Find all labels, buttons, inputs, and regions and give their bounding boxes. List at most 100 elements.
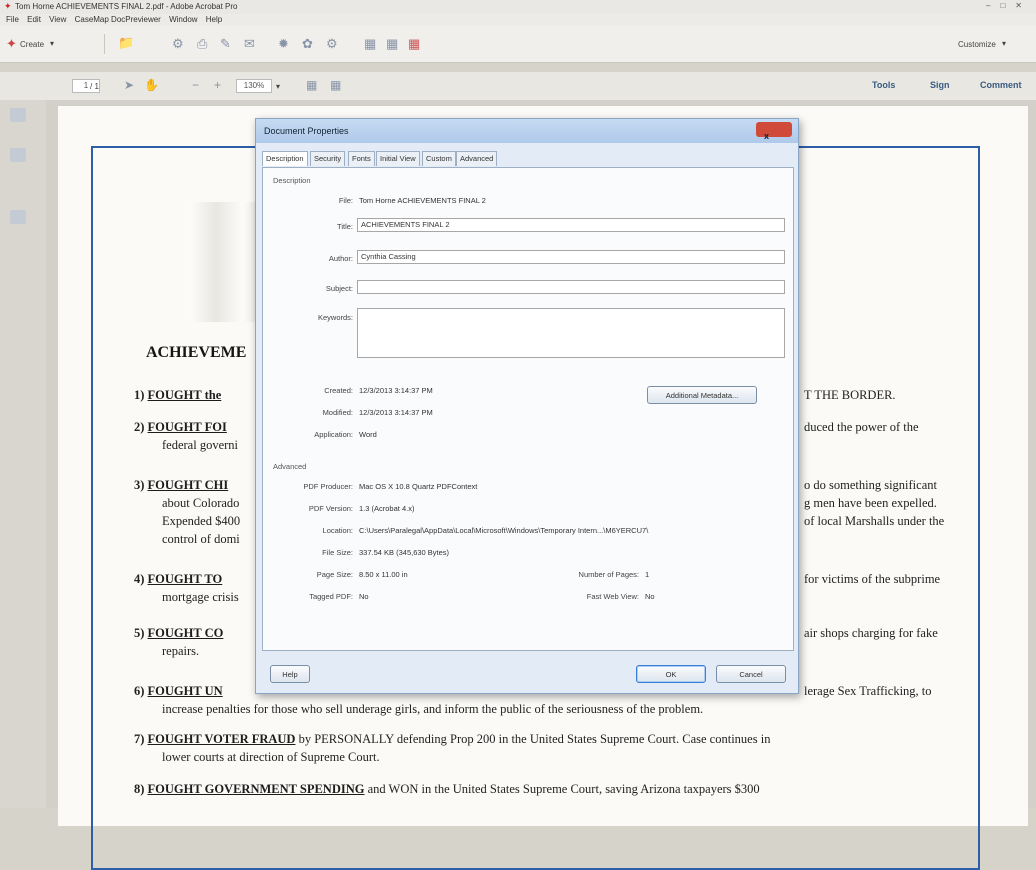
comment-link[interactable]: Comment xyxy=(980,80,1022,90)
sign-link[interactable]: Sign xyxy=(930,80,950,90)
export-icon[interactable]: ▦ xyxy=(386,37,398,50)
folder-icon[interactable]: 📁 xyxy=(118,36,134,49)
pdf-version-label: PDF Version: xyxy=(308,504,353,513)
document-heading: ACHIEVEME xyxy=(146,344,247,361)
window-controls[interactable]: –□✕ xyxy=(986,1,1032,10)
print-icon[interactable]: ⎙ xyxy=(197,37,207,50)
ok-button[interactable]: OK xyxy=(636,665,706,683)
bookmarks-icon[interactable] xyxy=(10,148,26,162)
page-size-value: 8.50 x 11.00 in xyxy=(359,570,408,579)
tab-initial-view[interactable]: Initial View xyxy=(376,151,420,166)
application-value: Word xyxy=(359,430,377,439)
document-line: about Colorado xyxy=(162,496,239,511)
file-label: File: xyxy=(338,196,353,205)
file-size-value: 337.54 KB (345,630 Bytes) xyxy=(359,548,450,557)
menu-help[interactable]: Help xyxy=(206,15,222,24)
additional-metadata-button[interactable]: Additional Metadata... xyxy=(647,386,757,404)
hand-icon[interactable]: ✋ xyxy=(144,79,159,92)
item-text-tail: air shops charging for fake xyxy=(804,626,938,640)
document-line: mortgage crisis xyxy=(162,590,239,605)
fast-web-view-value: No xyxy=(645,592,655,601)
chevron-down-icon[interactable]: ▾ xyxy=(1002,39,1006,48)
item-text-tail: T THE BORDER. xyxy=(804,388,896,402)
customize-button[interactable]: Customize xyxy=(958,40,996,49)
item-text: Expended $400 xyxy=(162,514,241,528)
document-line: control of domi xyxy=(162,532,240,547)
item-text: increase penalties for those who sell un… xyxy=(162,702,704,716)
close-button[interactable]: x xyxy=(756,122,792,141)
comment-icon[interactable]: ✿ xyxy=(302,37,313,50)
tab-advanced[interactable]: Advanced xyxy=(456,151,498,166)
number-of-pages-label: Number of Pages: xyxy=(578,570,639,579)
navigation-pane xyxy=(0,100,46,808)
item-headline: FOUGHT UN xyxy=(147,684,223,698)
keywords-field[interactable] xyxy=(357,308,785,358)
zoom-field[interactable]: 130% xyxy=(236,79,272,93)
page-thumbnails-icon[interactable] xyxy=(10,108,26,122)
settings-icon[interactable]: ✹ xyxy=(278,37,289,50)
tab-custom[interactable]: Custom xyxy=(422,151,456,166)
item-headline: FOUGHT CHI xyxy=(147,478,229,492)
menu-edit[interactable]: Edit xyxy=(27,15,41,24)
fast-web-view-label: Fast Web View: xyxy=(586,592,639,601)
menu-file[interactable]: File xyxy=(6,15,19,24)
menu-window[interactable]: Window xyxy=(169,15,197,24)
zoom-in-icon[interactable]: + xyxy=(214,79,221,92)
tagged-pdf-label: Tagged PDF: xyxy=(309,592,353,601)
author-field[interactable] xyxy=(357,250,785,264)
window-title: Tom Horne ACHIEVEMENTS FINAL 2.pdf - Ado… xyxy=(15,2,238,11)
modified-value: 12/3/2013 3:14:37 PM xyxy=(359,408,433,417)
create-button[interactable]: Create xyxy=(20,40,44,49)
item-headline: FOUGHT GOVERNMENT SPENDING xyxy=(147,782,365,796)
zoom-out-icon[interactable]: − xyxy=(192,79,199,92)
pdf-producer-value: Mac OS X 10.8 Quartz PDFContext xyxy=(359,482,478,491)
page-total: / 1 xyxy=(90,82,99,91)
create-icon[interactable]: ✦ xyxy=(6,37,17,50)
document-line: lower courts at direction of Supreme Cou… xyxy=(162,750,380,765)
tools-link[interactable]: Tools xyxy=(872,80,895,90)
tab-security[interactable]: Security xyxy=(310,151,346,166)
tab-description[interactable]: Description xyxy=(262,151,308,166)
chevron-down-icon[interactable]: ▾ xyxy=(50,39,54,48)
advanced-group-label: Advanced xyxy=(273,462,307,471)
item-text-tail: of local Marshalls under the xyxy=(804,514,945,528)
menu-view[interactable]: View xyxy=(49,15,66,24)
cancel-button[interactable]: Cancel xyxy=(716,665,786,683)
help-button[interactable]: Help xyxy=(270,665,310,683)
chat-icon[interactable]: ⚙ xyxy=(326,37,338,50)
tab-fonts[interactable]: Fonts xyxy=(348,151,375,166)
item-text: and WON in the United States Supreme Cou… xyxy=(364,782,760,796)
pdf-icon[interactable]: ▦ xyxy=(408,37,420,50)
main-toolbar: ✦ Create ▾ 📁 ⚙ ⎙ ✎ ✉ ✹ ✿ ⚙ ▦ ▦ ▦ Customi… xyxy=(0,26,1036,63)
navigation-toolbar: 1 / 1 ➤ ✋ − + 130% ▾ ▦ ▦ Tools Sign Comm… xyxy=(0,72,1036,101)
select-icon[interactable]: ➤ xyxy=(124,79,134,92)
document-line: 1) FOUGHT the xyxy=(134,388,221,403)
author-label: Author: xyxy=(328,254,353,263)
item-text-tail: for victims of the subprime xyxy=(804,572,941,586)
dialog-title-bar: Document Properties x xyxy=(256,119,798,143)
tagged-pdf-value: No xyxy=(359,592,369,601)
document-line: 7) FOUGHT VOTER FRAUD by PERSONALLY defe… xyxy=(134,732,770,747)
chevron-down-icon[interactable]: ▾ xyxy=(276,82,280,91)
subject-field[interactable] xyxy=(357,280,785,294)
item-text-tail: duced the power of the xyxy=(804,420,919,434)
page-size-label: Page Size: xyxy=(316,570,353,579)
email-icon[interactable]: ✉ xyxy=(244,37,255,50)
title-field[interactable] xyxy=(357,218,785,232)
document-icon[interactable]: ▦ xyxy=(364,37,376,50)
item-number: 3) xyxy=(134,478,145,492)
gear-icon[interactable]: ⚙ xyxy=(172,37,184,50)
document-line: Expended $400 xyxy=(162,514,240,529)
edit-icon[interactable]: ✎ xyxy=(220,37,231,50)
attachments-icon[interactable] xyxy=(10,210,26,224)
close-icon: x xyxy=(764,131,770,141)
fit-width-icon[interactable]: ▦ xyxy=(330,79,341,92)
created-value: 12/3/2013 3:14:37 PM xyxy=(359,386,433,395)
menu-casemap[interactable]: CaseMap DocPreviewer xyxy=(75,15,161,24)
document-line: 3) FOUGHT CHI xyxy=(134,478,228,493)
document-line: 8) FOUGHT GOVERNMENT SPENDING and WON in… xyxy=(134,782,760,797)
item-text: mortgage crisis xyxy=(162,590,239,604)
fit-page-icon[interactable]: ▦ xyxy=(306,79,317,92)
item-number: 4) xyxy=(134,572,145,586)
title-label: Title: xyxy=(337,222,353,231)
